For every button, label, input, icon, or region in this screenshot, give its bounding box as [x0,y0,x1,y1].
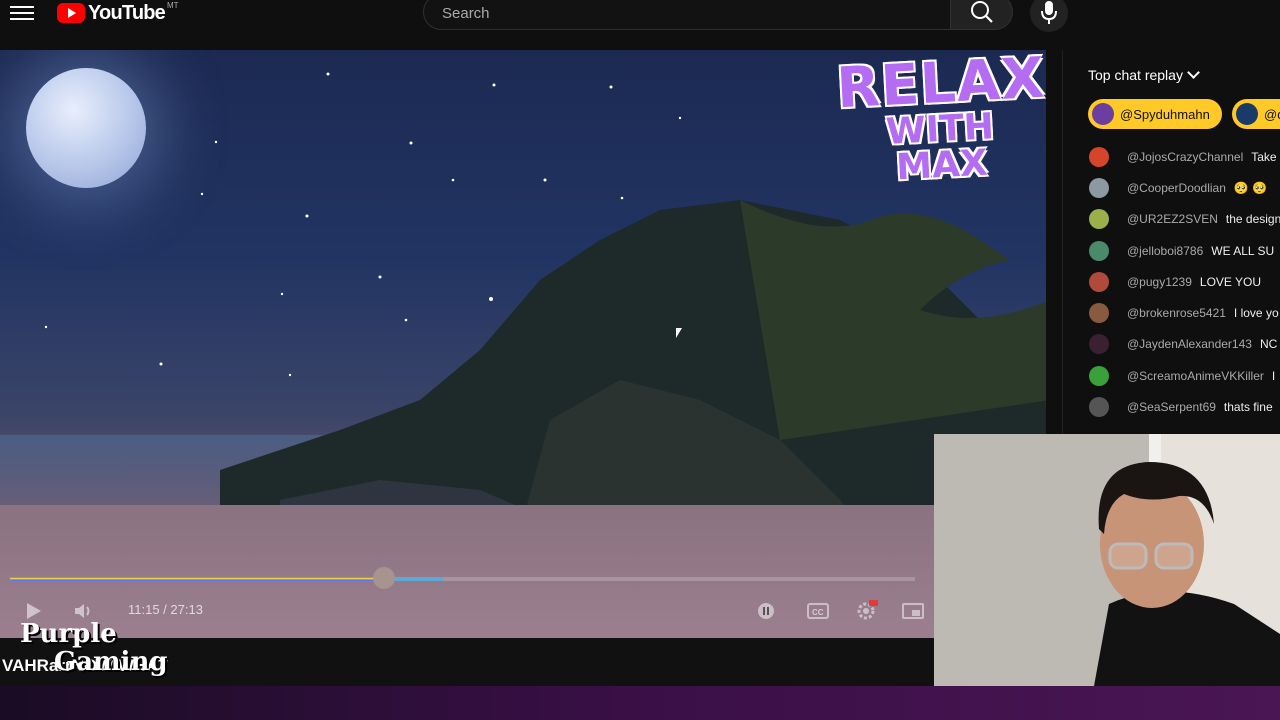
pinned-chip-2[interactable]: @d [1232,99,1280,129]
chat-text: LOVE YOU [1199,274,1262,289]
chat-message[interactable]: @brokenrose5421 I love yo [1063,297,1280,328]
watermark-line1: Purple [20,619,117,649]
logo-text: YouTube [88,1,166,24]
live-chat-panel: Top chat replay @Spyduhmahn @d @JojosCra… [1062,50,1280,434]
chat-text: the design [1225,212,1280,227]
avatar [1089,177,1109,198]
microphone-icon [1041,1,1057,24]
avatar [1089,271,1109,292]
search-button[interactable] [951,0,1013,30]
search-box[interactable] [423,0,951,31]
avatar [1089,240,1109,261]
voice-search-button[interactable] [1030,0,1068,32]
chat-title-label: Top chat replay [1088,67,1183,83]
time-display: 11:15 / 27:13 [128,602,203,617]
chat-message[interactable]: @UR2EZ2SVEN the design [1063,204,1280,235]
chat-message[interactable]: @jelloboi8786 WE ALL SU [1063,235,1280,266]
svg-text:CC: CC [812,608,824,617]
avatar [1092,103,1114,125]
video-player[interactable]: RELAX WITH MAX 11:15 / 27:13 CC [0,50,1046,638]
streamer-webcam [934,434,1280,686]
chat-text: thats fine [1223,400,1273,415]
relax-logo-line2: WITH MAX [885,106,995,189]
progress-scrubber[interactable] [372,567,395,589]
mouse-cursor-icon [676,328,682,338]
relax-with-max-logo: RELAX WITH MAX [835,50,1046,188]
watermark-line2: Gaming [54,647,168,677]
pinned-chip-name: @Spyduhmahn [1120,106,1210,122]
chat-text: I love yo [1233,306,1279,321]
youtube-logo[interactable]: YouTube MT [57,0,179,26]
gear-icon [857,600,878,620]
progress-played [10,577,384,581]
chat-message[interactable]: @ScreamoAnimeVKKiller I [1063,360,1280,391]
chat-message[interactable]: @SeaSerpent69 thats fine [1063,391,1280,422]
tropical-island [220,200,1046,530]
chat-message[interactable]: @CooperDoodlian 🥺 🥺 [1063,172,1280,203]
chat-text: NC [1259,337,1278,352]
chat-username[interactable]: @UR2EZ2SVEN [1127,212,1218,226]
webcam-person [934,434,1280,686]
chat-text: WE ALL SU [1211,243,1275,258]
search-input[interactable] [440,0,924,31]
closed-captions-icon: CC [807,603,829,619]
chat-username[interactable]: @SeaSerpent69 [1127,400,1216,414]
chat-username[interactable]: @CooperDoodlian [1127,181,1226,195]
search-icon [971,1,993,23]
chat-text: I [1271,368,1276,383]
chevron-down-icon [1187,66,1200,79]
chat-message[interactable]: @JaydenAlexander143 NC [1063,329,1280,360]
avatar [1089,303,1109,324]
chat-text: Take [1251,149,1277,164]
chat-username[interactable]: @JojosCrazyChannel [1127,150,1243,164]
avatar [1089,365,1109,386]
subtitles-button[interactable]: CC [806,600,830,627]
pinned-chip-name: @d [1264,106,1280,122]
hamburger-menu-icon[interactable] [10,2,34,24]
avatar [1089,334,1109,355]
chat-message-list[interactable]: @JojosCrazyChannel Take @CooperDoodlian 🥺 🥺… [1063,141,1280,423]
pause-circle-icon [758,603,774,619]
chat-mode-dropdown[interactable]: Top chat replay [1088,66,1200,83]
avatar [1089,146,1109,167]
top-bar: YouTube MT [0,0,1280,50]
chat-message[interactable]: @JojosCrazyChannel Take [1063,141,1280,172]
logo-superscript: MT [166,0,179,10]
miniplayer-icon [902,603,924,619]
avatar [1089,397,1109,418]
settings-button[interactable] [854,599,878,628]
chat-username[interactable]: @jelloboi8786 [1127,244,1203,258]
miniplayer-button[interactable] [901,600,925,627]
moon [26,68,146,188]
beach-sand [0,505,1046,638]
progress-bar[interactable] [10,567,915,589]
avatar [1089,209,1109,230]
chat-username[interactable]: @JaydenAlexander143 [1127,337,1252,351]
chat-message[interactable]: @pugy1239 LOVE YOU [1063,266,1280,297]
stream-footer-bar [0,686,1280,720]
pinned-chip-1[interactable]: @Spyduhmahn [1088,99,1222,129]
chat-username[interactable]: @pugy1239 [1127,275,1192,289]
chat-username[interactable]: @brokenrose5421 [1127,306,1226,320]
youtube-play-icon [57,3,85,23]
avatar [1236,103,1258,125]
autoplay-toggle[interactable] [755,600,777,627]
chat-username[interactable]: @ScreamoAnimeVKKiller [1127,369,1264,383]
chat-text: 🥺 🥺 [1233,180,1268,195]
